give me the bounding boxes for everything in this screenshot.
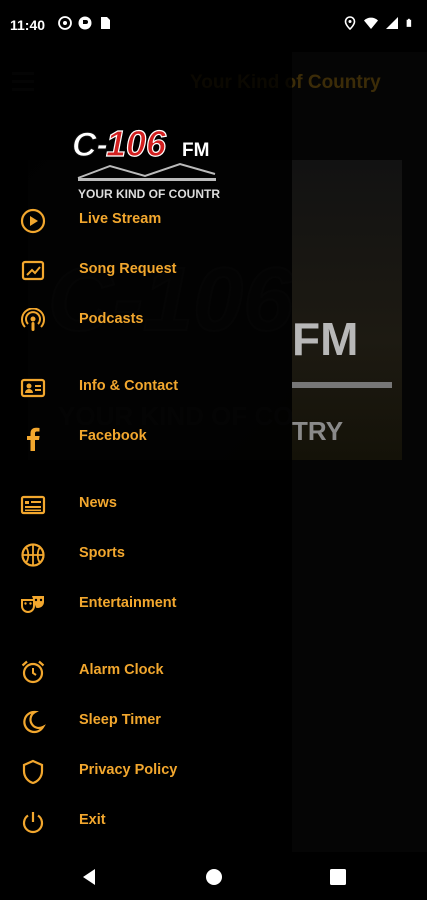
menu-item-alarm-clock[interactable]: Alarm Clock	[0, 649, 292, 693]
recents-icon[interactable]	[327, 866, 349, 888]
menu-item-podcasts[interactable]: Podcasts	[0, 298, 292, 342]
theater-masks-icon	[21, 596, 44, 613]
vpn-icon	[78, 16, 92, 30]
signal-icon	[386, 17, 398, 29]
svg-text:TRY: TRY	[292, 416, 343, 446]
menu-item-label: Sports	[79, 545, 125, 561]
battery-icon	[406, 18, 412, 27]
facebook-icon	[27, 427, 40, 451]
status-time: 11:40	[10, 17, 46, 33]
menu-item-sleep-timer[interactable]: Sleep Timer	[0, 699, 292, 743]
menu-item-info-contact[interactable]: Info & Contact	[0, 365, 292, 409]
alarm-clock-icon	[21, 660, 45, 684]
menu-item-label: Sleep Timer	[79, 712, 161, 728]
menu-item-label: Song Request	[79, 261, 177, 277]
hero-image-right: FM TRY	[292, 160, 402, 460]
shield-icon	[22, 759, 44, 785]
svg-text:FM: FM	[292, 313, 358, 365]
contact-card-icon	[20, 378, 46, 398]
location-icon	[344, 16, 356, 30]
system-nav-bar	[0, 852, 427, 900]
menu-item-song-request[interactable]: Song Request	[0, 248, 292, 292]
basketball-icon	[21, 543, 45, 567]
menu-item-label: Entertainment	[79, 595, 177, 611]
wifi-icon	[364, 17, 378, 29]
menu-item-label: Alarm Clock	[79, 662, 164, 678]
back-icon[interactable]	[79, 866, 101, 888]
menu-item-label: News	[79, 495, 117, 511]
menu-item-facebook[interactable]: Facebook	[0, 415, 292, 459]
svg-text:C-: C-	[72, 126, 108, 164]
power-icon	[22, 812, 44, 834]
menu-item-news[interactable]: News	[0, 482, 292, 526]
menu-item-entertainment[interactable]: Entertainment	[0, 582, 292, 626]
play-circle-icon	[20, 208, 46, 234]
request-icon	[21, 260, 45, 281]
moon-icon	[23, 710, 46, 734]
navigation-drawer: C- 106 FM YOUR KIND OF COUNTRY Live Stre…	[0, 52, 292, 852]
menu-item-exit[interactable]: Exit	[0, 799, 292, 843]
menu-item-live-stream[interactable]: Live Stream	[0, 198, 292, 242]
menu-item-privacy-policy[interactable]: Privacy Policy	[0, 749, 292, 793]
svg-text:FM: FM	[182, 140, 209, 161]
menu-item-label: Exit	[79, 812, 106, 828]
station-logo: C- 106 FM YOUR KIND OF COUNTRY	[72, 122, 221, 201]
menu-item-label: Live Stream	[79, 211, 162, 227]
menu-item-label: Info & Contact	[79, 378, 179, 394]
home-icon[interactable]	[203, 866, 225, 888]
svg-text:106: 106	[106, 123, 167, 164]
podcast-icon	[21, 308, 45, 331]
news-icon	[20, 495, 46, 515]
status-bar: 11:40	[0, 0, 427, 52]
media-icon	[58, 16, 72, 30]
menu-item-label: Podcasts	[79, 311, 144, 327]
menu-item-label: Privacy Policy	[79, 762, 178, 778]
menu-item-sports[interactable]: Sports	[0, 532, 292, 576]
menu-item-label: Facebook	[79, 428, 147, 444]
sim-icon	[101, 17, 110, 29]
